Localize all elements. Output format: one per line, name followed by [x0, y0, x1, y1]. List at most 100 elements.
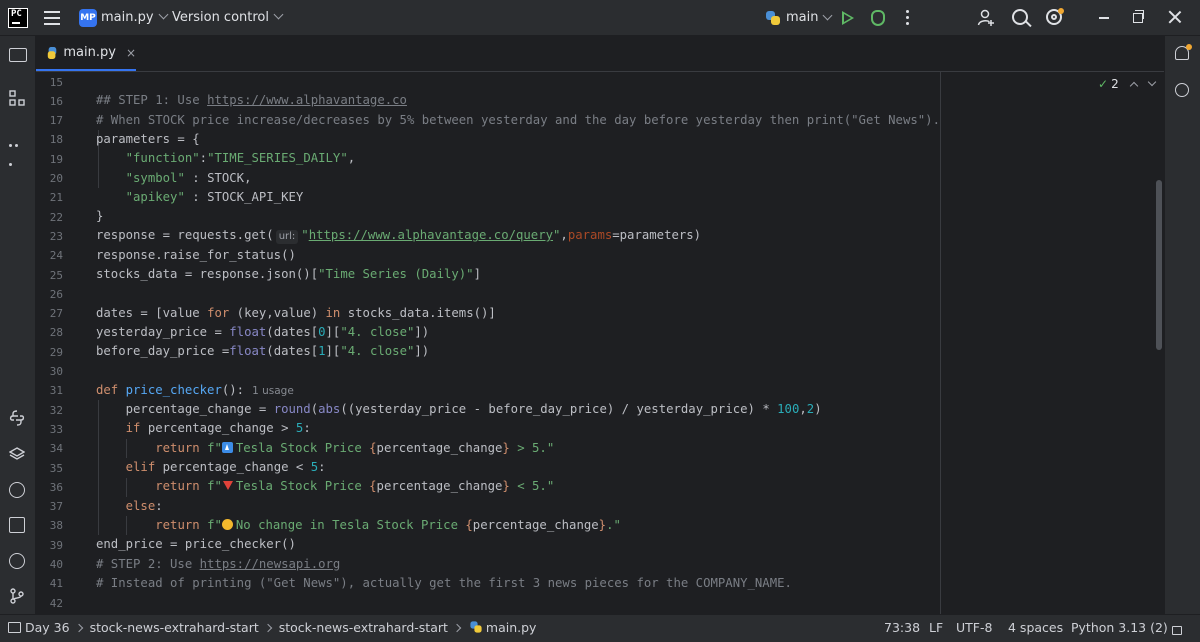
- line-number: 25: [49, 268, 63, 282]
- breadcrumb-subfolder[interactable]: stock-news-extrahard-start: [279, 620, 448, 635]
- breadcrumb-file[interactable]: main.py: [486, 620, 537, 635]
- project-folder-icon[interactable]: [9, 48, 27, 62]
- python-interpreter[interactable]: Python 3.13 (2): [1071, 615, 1168, 642]
- right-toolbar: [1164, 36, 1200, 614]
- add-user-icon[interactable]: [977, 9, 995, 27]
- previous-highlight-icon[interactable]: [1129, 81, 1138, 91]
- line-number: 37: [49, 500, 63, 514]
- code-line-21: "apikey" : STOCK_API_KEY: [125, 189, 304, 204]
- code-line-32: percentage_change = round(abs((yesterday…: [96, 402, 822, 417]
- code-line-34: return f" Tesla Stock Price {percentage_c…: [155, 440, 555, 455]
- code-editor[interactable]: ## STEP 1: Use https://www.alphavantage.…: [96, 72, 941, 614]
- inspections-widget[interactable]: ✓ 2: [1098, 76, 1156, 92]
- code-line-18: parameters = {: [96, 131, 200, 146]
- update-dot-icon: [1058, 8, 1064, 14]
- project-badge[interactable]: MP: [79, 9, 97, 27]
- restore-icon[interactable]: [1133, 10, 1144, 23]
- line-number: 23: [49, 229, 63, 243]
- line-number: 28: [49, 326, 63, 340]
- pycharm-logo-icon[interactable]: PC: [8, 8, 28, 28]
- run-config-label: main: [786, 10, 819, 25]
- line-number: 24: [49, 249, 63, 263]
- project-name: main.py: [101, 10, 154, 25]
- title-bar: PC MP main.py Version control main: [0, 0, 1200, 36]
- line-number: 29: [49, 345, 63, 359]
- left-toolbar: [0, 36, 36, 614]
- tab-main-py[interactable]: main.py ×: [36, 36, 136, 71]
- close-window-icon[interactable]: [1168, 10, 1182, 24]
- line-number: 16: [49, 94, 63, 108]
- readonly-lock-icon[interactable]: [1172, 622, 1182, 637]
- code-line-19: "function":"TIME_SERIES_DAILY",: [125, 151, 356, 166]
- code-line-36: return f" Tesla Stock Price {percentage_c…: [155, 479, 555, 494]
- version-control-menu[interactable]: Version control: [172, 0, 284, 36]
- folder-icon: [8, 622, 21, 633]
- line-number: 38: [49, 519, 63, 533]
- minimize-icon[interactable]: [1099, 17, 1109, 19]
- line-number: 42: [49, 596, 63, 610]
- parameter-hint: url:: [275, 230, 299, 245]
- search-icon[interactable]: [1012, 9, 1028, 25]
- line-number: 32: [49, 403, 63, 417]
- neutral-face-emoji-icon: [221, 518, 233, 530]
- line-number: 33: [49, 422, 63, 436]
- line-number: 36: [49, 480, 63, 494]
- more-actions-icon[interactable]: [906, 10, 909, 28]
- services-icon[interactable]: [9, 482, 25, 498]
- editor-tab-bar: main.py ×: [36, 36, 1164, 72]
- run-configuration-selector[interactable]: main: [765, 0, 833, 36]
- line-number: 34: [49, 442, 63, 456]
- code-line-25: stocks_data = response.json()["Time Seri…: [96, 267, 481, 281]
- terminal-icon[interactable]: [9, 517, 25, 533]
- usage-hint[interactable]: 1 usage: [252, 385, 294, 397]
- vertical-scrollbar[interactable]: [1156, 180, 1162, 350]
- code-line-29: before_day_price =float(dates[1]["4. clo…: [96, 344, 430, 359]
- breadcrumb-day36[interactable]: Day 36: [25, 620, 70, 635]
- python-console-icon[interactable]: [9, 410, 25, 426]
- git-icon[interactable]: [9, 588, 25, 604]
- chevron-right-icon: [452, 623, 462, 633]
- code-line-38: return f" No change in Tesla Stock Price …: [155, 517, 621, 532]
- python-icon: [765, 10, 781, 26]
- more-tools-icon[interactable]: [9, 132, 25, 166]
- problems-icon[interactable]: [9, 553, 25, 569]
- code-line-17: # When STOCK price increase/decreases by…: [96, 112, 940, 127]
- project-switcher[interactable]: main.py: [101, 0, 169, 36]
- notification-dot-icon: [1186, 44, 1192, 50]
- python-file-icon: [470, 621, 483, 634]
- next-highlight-icon[interactable]: [1147, 77, 1156, 87]
- ai-assistant-icon[interactable]: [1175, 83, 1189, 97]
- line-number: 39: [49, 538, 63, 552]
- chevron-right-icon: [263, 623, 272, 633]
- structure-icon[interactable]: [9, 90, 25, 106]
- code-line-40: # STEP 2: Use https://newsapi.org: [96, 556, 341, 571]
- line-number: 19: [49, 152, 63, 166]
- line-number: 41: [49, 577, 63, 591]
- triangle-down-emoji-icon: [222, 481, 233, 491]
- code-line-37: else:: [125, 498, 163, 513]
- breadcrumb: Day 36 stock-news-extrahard-start stock-ne…: [8, 615, 536, 642]
- chevron-down-icon: [823, 10, 833, 20]
- indent-setting[interactable]: 4 spaces: [1008, 615, 1063, 642]
- code-line-35: elif percentage_change < 5:: [125, 460, 326, 474]
- code-line-41: # Instead of printing ("Get News"), actu…: [96, 575, 792, 590]
- code-line-39: end_price = price_checker(): [96, 537, 296, 552]
- main-menu-icon[interactable]: [44, 11, 60, 25]
- file-encoding[interactable]: UTF-8: [956, 615, 992, 642]
- caret-position[interactable]: 73:38: [884, 615, 920, 642]
- line-number: 26: [49, 287, 63, 301]
- tab-close-icon[interactable]: ×: [126, 46, 136, 60]
- code-line-22: }: [96, 209, 104, 224]
- chevron-down-icon: [273, 9, 284, 20]
- breadcrumb-folder[interactable]: stock-news-extrahard-start: [90, 620, 259, 635]
- line-number: 31: [49, 384, 63, 398]
- layers-icon[interactable]: [8, 446, 26, 462]
- code-line-23: response = requests.get(url: "https://www…: [96, 228, 702, 245]
- line-separator[interactable]: LF: [929, 615, 943, 642]
- run-icon[interactable]: [842, 11, 854, 25]
- tab-label: main.py: [63, 45, 116, 60]
- status-bar: Day 36 stock-news-extrahard-start stock-ne…: [0, 614, 1200, 642]
- inspection-count: 2: [1111, 77, 1119, 91]
- debug-icon[interactable]: [871, 10, 885, 26]
- line-number: 18: [49, 133, 63, 147]
